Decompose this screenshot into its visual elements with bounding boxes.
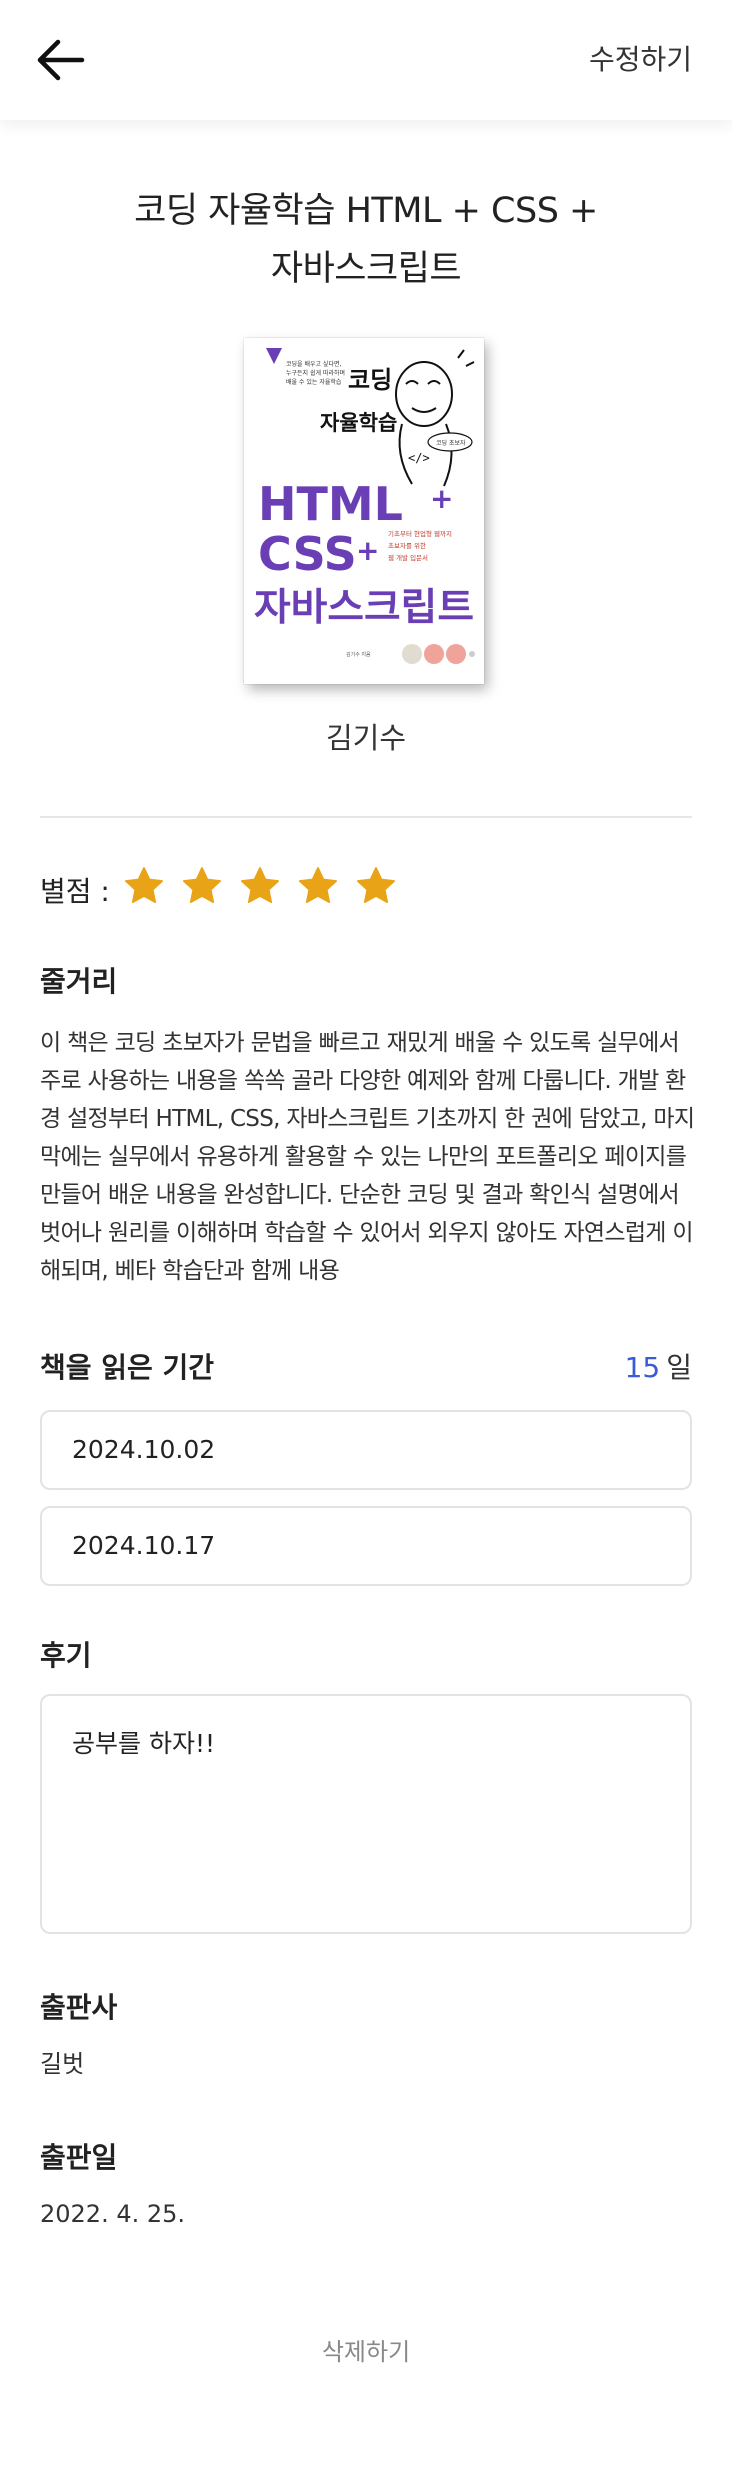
summary-line: 주로 사용하는 내용을 쏙쏙 골라 다양한 예제와 함께 다룹니다. 개발 환 <box>40 1068 686 1094</box>
book-cover-image: 코딩을 배우고 싶다면, 누구든지 쉽게 따라하며 배울 수 있는 자율학습 코… <box>244 338 484 684</box>
section-divider <box>40 816 692 818</box>
summary-line: 만들어 배운 내용을 완성합니다. 단순한 코딩 및 결과 확인식 설명에서 <box>40 1182 680 1208</box>
cover-css: CSS <box>258 527 357 581</box>
star-rating[interactable] <box>122 864 398 908</box>
summary-line: 해되며, 베타 학습단과 함께 내용 <box>40 1258 340 1284</box>
top-app-bar: 수정하기 <box>0 0 732 120</box>
cover-side-3: 웹 개발 입문서 <box>388 553 428 562</box>
cover-blurb-1: 코딩을 배우고 싶다면, <box>286 360 341 368</box>
cover-bubble-text: 코딩 초보자 <box>436 439 466 447</box>
book-title-line-2: 자바스크립트 <box>270 249 462 289</box>
reading-days-unit: 일 <box>666 1351 692 1384</box>
svg-text:+: + <box>356 534 379 567</box>
star-icon[interactable] <box>296 864 340 908</box>
cover-brand-2: 자율학습 <box>320 411 397 435</box>
cover-side-2: 초보자를 위한 <box>388 541 426 550</box>
cover-blurb-2: 누구든지 쉽게 따라하며 <box>286 369 345 377</box>
star-icon[interactable] <box>180 864 224 908</box>
review-title: 후기 <box>40 1639 92 1672</box>
reading-days: 15 일 <box>625 1348 692 1388</box>
publisher-value: 길벗 <box>40 2050 85 2078</box>
reading-days-count: 15 <box>624 1351 661 1384</box>
star-icon[interactable] <box>238 864 282 908</box>
svg-text:+: + <box>430 482 453 515</box>
rating-label: 별점 : <box>40 875 110 908</box>
arrow-left-icon <box>37 39 85 81</box>
book-title: 코딩 자율학습 HTML + CSS + 자바스크립트 <box>80 182 652 298</box>
published-date-value: 2022. 4. 25. <box>40 2200 186 2228</box>
svg-text:</>: </> <box>408 451 430 465</box>
cover-brand-1: 코딩 <box>348 366 392 394</box>
cover-html: HTML <box>258 477 403 531</box>
summary-line: 경 설정부터 HTML, CSS, 자바스크립트 기초까지 한 권에 담았고, … <box>40 1106 695 1132</box>
summary-line: 막에는 실무에서 유용하게 활용할 수 있는 나만의 포트폴리오 페이지를 <box>40 1144 687 1170</box>
summary-line: 벗어나 원리를 이해하며 학습할 수 있어서 외우지 않아도 자연스럽게 이 <box>40 1220 694 1246</box>
summary-text: 이 책은 코딩 초보자가 문법을 빠르고 재밌게 배울 수 있도록 실무에서 주… <box>40 1024 696 1290</box>
published-date-title: 출판일 <box>40 2141 118 2174</box>
book-title-line-1: 코딩 자율학습 HTML + CSS + <box>134 191 598 231</box>
reading-period-title: 책을 읽은 기간 <box>40 1351 215 1384</box>
star-icon[interactable] <box>122 864 166 908</box>
book-author: 김기수 <box>325 721 407 755</box>
start-date-field[interactable]: 2024.10.02 <box>40 1410 692 1490</box>
end-date-field[interactable]: 2024.10.17 <box>40 1506 692 1586</box>
cover-js: 자바스크립트 <box>254 585 474 629</box>
publisher-title: 출판사 <box>40 1991 118 2024</box>
delete-button[interactable]: 삭제하기 <box>0 2334 732 2370</box>
cover-side-1: 기초부터 현업형 웹까지 <box>388 529 452 538</box>
back-button[interactable] <box>36 36 88 84</box>
cover-author-small: 김기수 지음 <box>346 651 371 658</box>
review-textarea[interactable]: 공부를 하자!! <box>40 1694 692 1934</box>
star-icon[interactable] <box>354 864 398 908</box>
summary-title: 줄거리 <box>40 965 118 998</box>
cover-blurb-3: 배울 수 있는 자율학습 <box>286 378 342 386</box>
edit-button[interactable]: 수정하기 <box>589 40 692 80</box>
summary-line: 이 책은 코딩 초보자가 문법을 빠르고 재밌게 배울 수 있도록 실무에서 <box>40 1030 680 1056</box>
